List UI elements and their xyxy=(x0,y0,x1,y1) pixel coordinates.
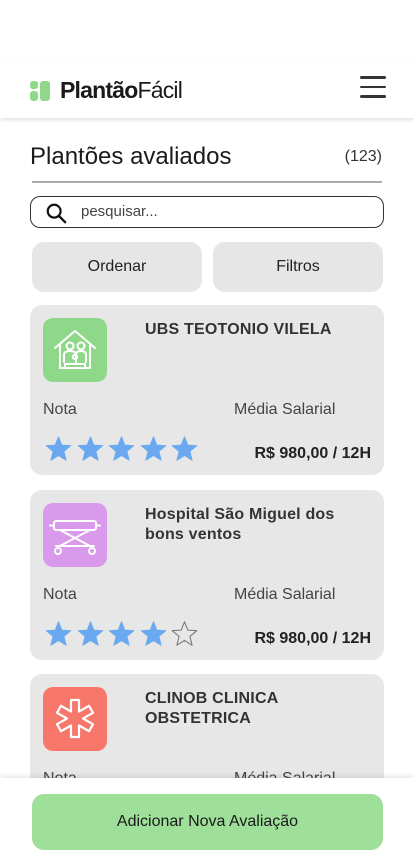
star-empty-icon xyxy=(171,621,198,646)
logo-icon xyxy=(30,80,50,101)
rating-label: Nota xyxy=(43,401,77,418)
hamburger-menu-icon[interactable] xyxy=(360,76,386,98)
filters-button[interactable]: Filtros xyxy=(213,242,383,292)
medical-star-icon xyxy=(43,687,107,751)
stretcher-icon xyxy=(43,503,107,567)
shift-card[interactable]: CLINOB CLINICA OBSTETRICA Nota Média Sal… xyxy=(30,674,384,778)
salary-value: R$ 980,00 / 12H xyxy=(254,445,371,462)
bottom-action-bar: Adicionar Nova Avaliação xyxy=(0,778,414,868)
salary-value: R$ 980,00 / 12H xyxy=(254,630,371,647)
salary-label: Média Salarial xyxy=(234,770,335,778)
facility-name: CLINOB CLINICA OBSTETRICA xyxy=(145,690,278,727)
rating-label: Nota xyxy=(43,586,77,603)
star-filled-icon xyxy=(77,436,103,461)
salary-label: Média Salarial xyxy=(234,401,336,418)
star-filled-icon xyxy=(45,436,72,461)
star-filled-icon xyxy=(77,621,103,646)
star-filled-icon xyxy=(108,621,135,646)
facility-name: UBS TEOTONIO VILELA xyxy=(145,321,332,338)
facility-name: Hospital São Miguel dos bons ventos xyxy=(145,506,335,543)
shift-card[interactable]: Hospital São Miguel dos bons ventos Nota… xyxy=(30,490,384,660)
star-filled-icon xyxy=(108,436,135,461)
search-box[interactable] xyxy=(30,196,384,228)
search-input[interactable] xyxy=(81,203,371,220)
star-filled-icon xyxy=(171,436,198,461)
logo-text-regular: Fácil xyxy=(137,77,183,103)
star-rating xyxy=(43,435,201,462)
star-filled-icon xyxy=(140,621,166,646)
app-header: PlantãoFácil xyxy=(0,58,414,118)
salary-label: Média Salarial xyxy=(234,586,336,603)
add-review-button[interactable]: Adicionar Nova Avaliação xyxy=(32,794,383,850)
sort-button[interactable]: Ordenar xyxy=(32,242,202,292)
family-house-icon xyxy=(43,318,107,382)
star-rating xyxy=(43,620,201,647)
title-divider xyxy=(32,181,382,183)
results-count: (123) xyxy=(344,148,382,165)
logo-text: PlantãoFácil xyxy=(60,77,183,104)
rating-label: Nota xyxy=(43,770,77,778)
star-filled-icon xyxy=(140,436,166,461)
shift-card[interactable]: UBS TEOTONIO VILELA Nota Média Salarial … xyxy=(30,305,384,475)
page-title: Plantões avaliados xyxy=(30,143,232,170)
search-icon xyxy=(46,203,67,224)
star-filled-icon xyxy=(45,621,72,646)
main-content: Plantões avaliados (123) Ordenar Filtros… xyxy=(0,118,414,778)
logo-text-bold: Plantão xyxy=(60,77,138,103)
app-logo[interactable]: PlantãoFácil xyxy=(30,77,183,104)
